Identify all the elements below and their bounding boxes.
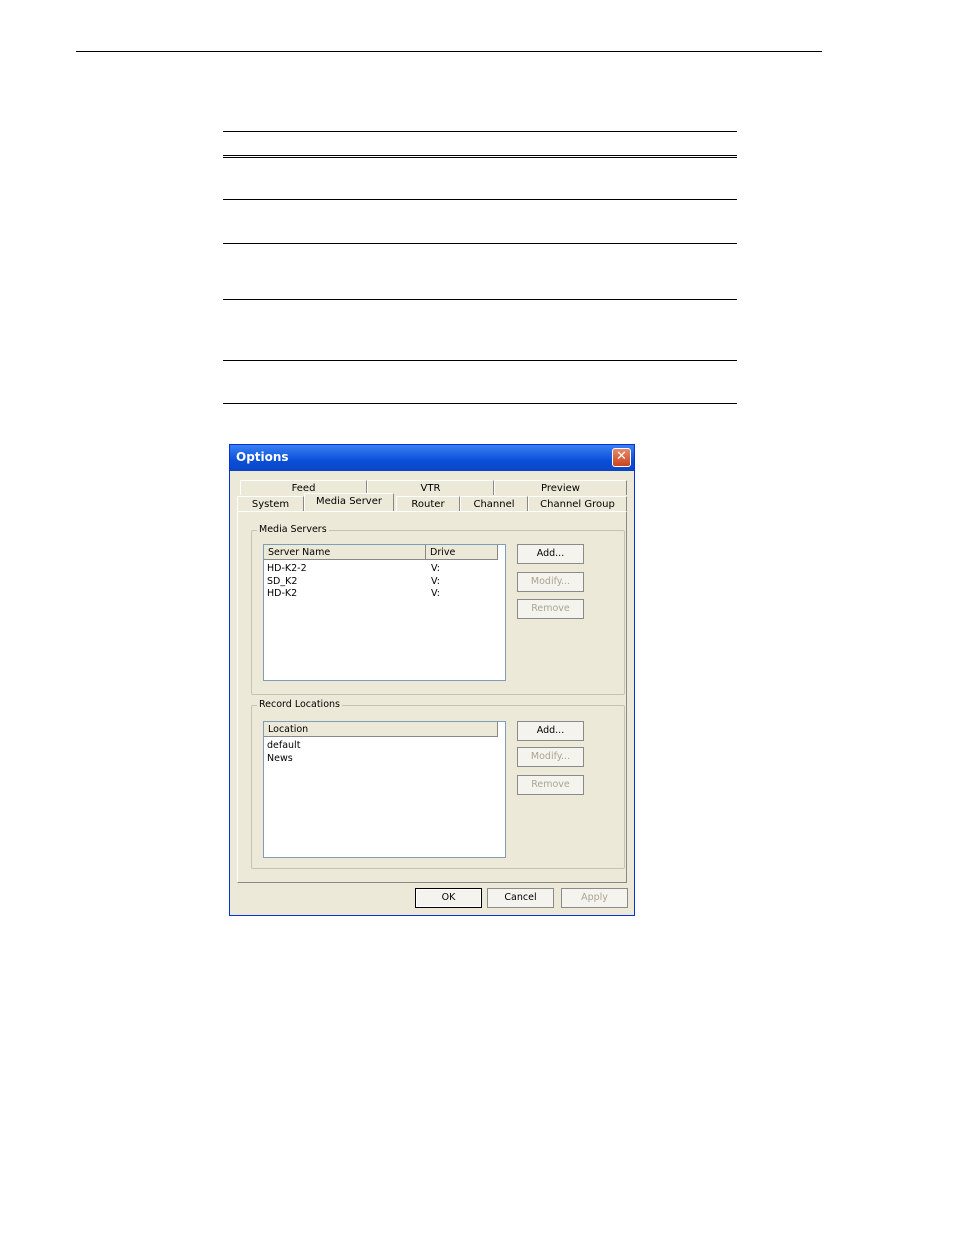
media-servers-label: Media Servers bbox=[257, 524, 329, 535]
server-name-cell[interactable]: HD-K2-2 bbox=[267, 563, 307, 575]
location-add-button[interactable]: Add... bbox=[517, 721, 584, 741]
tab-channel[interactable]: Channel bbox=[460, 496, 528, 511]
ok-button[interactable]: OK bbox=[415, 888, 482, 908]
table-rule bbox=[223, 403, 737, 404]
location-cell[interactable]: News bbox=[267, 753, 293, 765]
location-cell[interactable]: default bbox=[267, 740, 300, 752]
tab-preview[interactable]: Preview bbox=[494, 480, 627, 495]
column-header-drive[interactable]: Drive bbox=[426, 545, 498, 560]
record-locations-list[interactable]: Location default News bbox=[263, 721, 506, 858]
server-name-cell[interactable]: SD_K2 bbox=[267, 576, 297, 588]
media-server-modify-button[interactable]: Modify... bbox=[517, 572, 584, 592]
media-server-remove-button[interactable]: Remove bbox=[517, 599, 584, 619]
title-bar[interactable]: Options ✕ bbox=[230, 445, 634, 471]
record-locations-label: Record Locations bbox=[257, 699, 342, 710]
column-header-server-name[interactable]: Server Name bbox=[264, 545, 426, 560]
tab-system[interactable]: System bbox=[237, 496, 304, 511]
location-modify-button[interactable]: Modify... bbox=[517, 747, 584, 767]
column-header-location[interactable]: Location bbox=[264, 722, 498, 737]
drive-cell[interactable]: V: bbox=[431, 576, 440, 588]
record-locations-group: Record Locations Location default News A… bbox=[251, 699, 625, 869]
dialog-title: Options bbox=[236, 450, 289, 464]
table-rule bbox=[223, 360, 737, 361]
media-servers-group: Media Servers Server Name Drive HD-K2-2 … bbox=[251, 524, 625, 695]
server-name-cell[interactable]: HD-K2 bbox=[267, 588, 297, 600]
tab-router[interactable]: Router bbox=[396, 496, 460, 511]
table-rule bbox=[223, 131, 737, 132]
options-dialog: Options ✕ Feed VTR Preview System Media … bbox=[229, 444, 635, 916]
table-rule bbox=[223, 157, 737, 158]
close-button[interactable]: ✕ bbox=[612, 448, 631, 467]
cancel-button[interactable]: Cancel bbox=[487, 888, 554, 908]
drive-cell[interactable]: V: bbox=[431, 563, 440, 575]
tab-media-server[interactable]: Media Server bbox=[304, 493, 394, 511]
header-rule bbox=[76, 51, 822, 52]
apply-button[interactable]: Apply bbox=[561, 888, 628, 908]
location-remove-button[interactable]: Remove bbox=[517, 775, 584, 795]
media-servers-list[interactable]: Server Name Drive HD-K2-2 V: SD_K2 V: HD… bbox=[263, 544, 506, 681]
table-rule bbox=[223, 243, 737, 244]
close-icon: ✕ bbox=[616, 449, 627, 464]
table-rule bbox=[223, 199, 737, 200]
tab-channel-group[interactable]: Channel Group bbox=[528, 496, 627, 511]
media-server-add-button[interactable]: Add... bbox=[517, 544, 584, 564]
table-rule bbox=[223, 155, 737, 156]
table-rule bbox=[223, 299, 737, 300]
drive-cell[interactable]: V: bbox=[431, 588, 440, 600]
